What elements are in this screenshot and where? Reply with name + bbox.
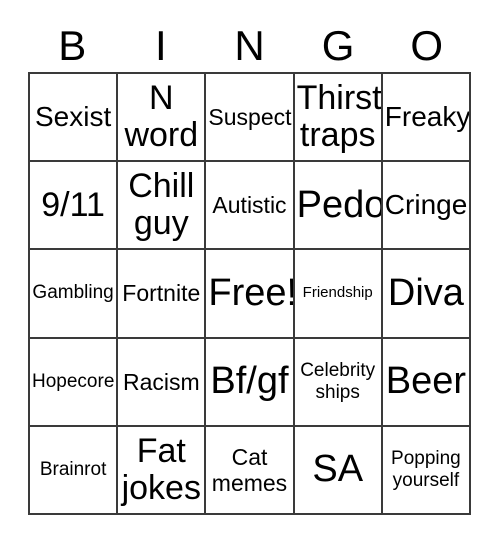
bingo-cell-b2[interactable]: 9/11 xyxy=(30,162,119,251)
bingo-cell-label: Freaky xyxy=(384,101,471,133)
bingo-cell-label: Fortnite xyxy=(122,280,201,307)
bingo-cell-b4[interactable]: Hopecore xyxy=(30,338,119,427)
bingo-cell-o4[interactable]: Beer xyxy=(382,338,471,427)
bingo-header: B I N G O xyxy=(28,18,471,68)
bingo-cell-g4[interactable]: Celebrity ships xyxy=(294,338,383,427)
bingo-cell-label: Cat memes xyxy=(211,443,288,496)
bingo-cell-free-space[interactable]: Free! xyxy=(206,250,295,339)
bingo-cell-b3[interactable]: Gambling xyxy=(30,250,119,339)
bingo-cell-label: Thirst traps xyxy=(296,79,382,155)
bingo-cell-label: Sexist xyxy=(34,101,112,133)
header-letter-g: G xyxy=(321,22,355,69)
bingo-cell-o2[interactable]: Cringe xyxy=(382,162,471,251)
bingo-cell-g3[interactable]: Friendship xyxy=(294,250,383,339)
bingo-cell-i1[interactable]: N word xyxy=(118,74,207,163)
bingo-cell-n5[interactable]: Cat memes xyxy=(206,426,295,515)
bingo-cell-label: Popping yourself xyxy=(391,447,461,491)
bingo-cell-label: Brainrot xyxy=(39,458,107,480)
bingo-cell-n1[interactable]: Suspect xyxy=(206,74,295,163)
bingo-cell-i4[interactable]: Racism xyxy=(118,338,207,427)
bingo-cell-label: SA xyxy=(312,448,364,491)
header-letter-o: O xyxy=(410,22,443,69)
bingo-card: B I N G O Sexist N word Suspect Thirst t… xyxy=(0,0,500,544)
bingo-cell-label: Chill guy xyxy=(128,167,195,243)
bingo-cell-label: Free! xyxy=(208,271,295,314)
bingo-cell-label: Friendship xyxy=(302,284,373,302)
bingo-cell-o1[interactable]: Freaky xyxy=(382,74,471,163)
bingo-cell-o3[interactable]: Diva xyxy=(382,250,471,339)
bingo-cell-b1[interactable]: Sexist xyxy=(30,74,119,163)
bingo-cell-b5[interactable]: Brainrot xyxy=(30,426,119,515)
bingo-cell-label: Diva xyxy=(387,271,464,314)
bingo-cell-g1[interactable]: Thirst traps xyxy=(294,74,383,163)
bingo-cell-n2[interactable]: Autistic xyxy=(206,162,295,251)
header-letter-i: I xyxy=(155,22,167,69)
bingo-cell-label: Cringe xyxy=(384,189,468,221)
bingo-cell-label: Gambling xyxy=(32,282,114,304)
bingo-grid: Sexist N word Suspect Thirst traps Freak… xyxy=(28,72,471,515)
bingo-cell-label: Autistic xyxy=(212,192,287,219)
bingo-cell-label: Bf/gf xyxy=(210,360,289,403)
bingo-cell-i5[interactable]: Fat jokes xyxy=(118,426,207,515)
bingo-cell-label: Racism xyxy=(122,368,200,395)
bingo-cell-label: N word xyxy=(124,79,199,155)
bingo-cell-i3[interactable]: Fortnite xyxy=(118,250,207,339)
bingo-cell-g5[interactable]: SA xyxy=(294,426,383,515)
bingo-cell-o5[interactable]: Popping yourself xyxy=(382,426,471,515)
bingo-cell-label: Suspect xyxy=(208,104,292,131)
bingo-cell-n4[interactable]: Bf/gf xyxy=(206,338,295,427)
bingo-cell-g2[interactable]: Pedo xyxy=(294,162,383,251)
bingo-cell-label: Pedo xyxy=(296,183,383,226)
bingo-cell-label: Hopecore xyxy=(32,370,115,392)
bingo-cell-i2[interactable]: Chill guy xyxy=(118,162,207,251)
bingo-cell-label: Fat jokes xyxy=(121,431,201,507)
bingo-cell-label: Celebrity ships xyxy=(300,359,376,403)
bingo-cell-label: 9/11 xyxy=(41,185,105,224)
header-letter-b: B xyxy=(58,22,87,69)
bingo-cell-label: Beer xyxy=(385,360,467,403)
header-letter-n: N xyxy=(234,22,265,69)
